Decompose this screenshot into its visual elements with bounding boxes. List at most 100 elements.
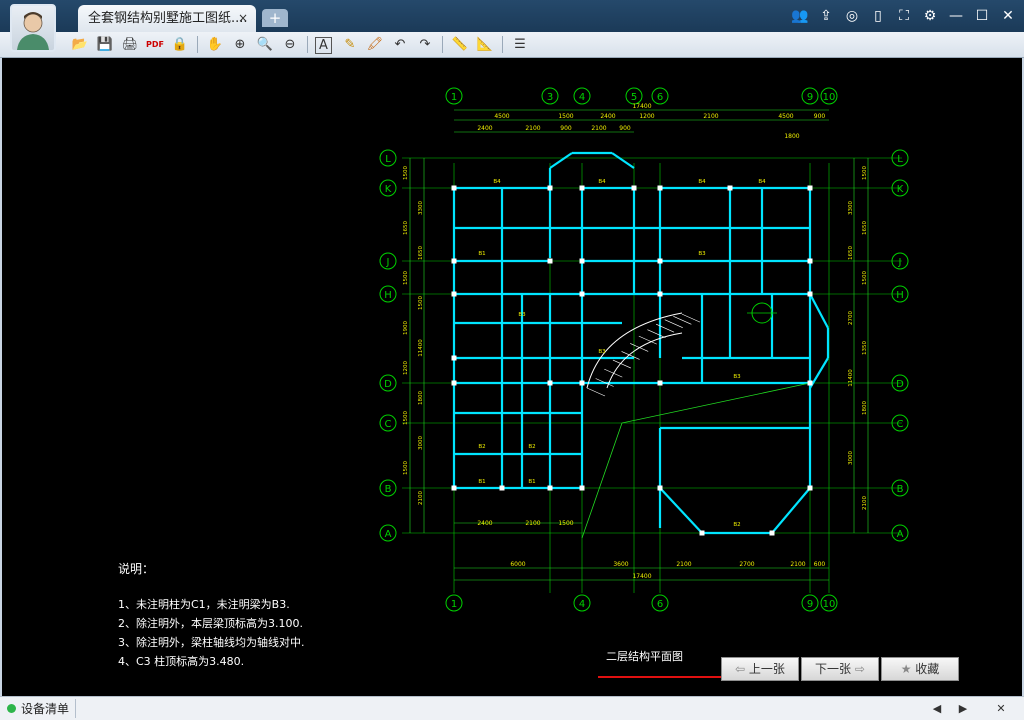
column <box>807 185 813 191</box>
favorite-label: 收藏 <box>915 662 940 676</box>
layers-icon[interactable]: ☰ <box>510 35 530 54</box>
prev-label: 上一张 <box>748 662 785 676</box>
save-icon[interactable]: 💾 <box>95 35 115 54</box>
dimension-text: 2100 <box>525 125 540 132</box>
dimension-text: 1500 <box>403 271 409 285</box>
toolbar-separator <box>307 36 308 53</box>
note-line: 2、除注明外，本层梁顶标高为3.100. <box>118 617 303 630</box>
undo-icon[interactable]: ↶ <box>390 35 410 54</box>
beam-label: B1 <box>528 479 535 485</box>
highlighter-icon[interactable]: 🖍 <box>365 35 385 54</box>
dimension-text: 3000 <box>418 436 424 450</box>
open-icon[interactable]: 📂 <box>70 35 90 54</box>
axis-label: 10 <box>823 599 836 610</box>
column <box>499 485 505 491</box>
pdf-icon[interactable]: PDF <box>145 35 165 54</box>
dimension-text: 900 <box>814 113 826 120</box>
column <box>579 380 585 386</box>
beam-label: B1 <box>478 251 485 257</box>
measure-icon[interactable]: 📏 <box>450 35 470 54</box>
axis-label: 1 <box>451 92 457 103</box>
column <box>657 185 663 191</box>
close-button[interactable]: ✕ <box>998 6 1018 26</box>
document-tab[interactable]: 全套钢结构别墅施工图纸.... × <box>78 5 256 32</box>
beam-label: B2 <box>528 444 535 450</box>
dimension-text: 1500 <box>403 166 409 180</box>
stair-tread <box>673 316 692 325</box>
avatar[interactable] <box>10 4 56 52</box>
dimension-text: 2100 <box>418 491 424 505</box>
maximize-button[interactable]: ☐ <box>972 6 992 26</box>
dimension-text: 1650 <box>418 246 424 260</box>
note-line: 3、除注明外，梁柱轴线均为轴线对中. <box>118 636 305 649</box>
annotation-line <box>621 382 811 424</box>
redo-icon[interactable]: ↷ <box>415 35 435 54</box>
lock-icon[interactable]: 🔒 <box>170 35 190 54</box>
pan-icon[interactable]: ✋ <box>205 35 225 54</box>
pen-icon[interactable]: ✎ <box>340 35 360 54</box>
column <box>807 485 813 491</box>
dimension-text: 1900 <box>403 321 409 335</box>
column <box>631 185 637 191</box>
chat-icon[interactable]: ◎ <box>842 6 862 26</box>
column <box>547 185 553 191</box>
column <box>451 485 457 491</box>
fullscreen-icon[interactable]: ⛶ <box>894 6 914 26</box>
dimension-text: 3000 <box>848 451 854 465</box>
dimension-text: 2100 <box>591 125 606 132</box>
users-icon[interactable]: 👥 <box>790 6 810 26</box>
zoom-out-icon[interactable]: ⊖ <box>280 35 300 54</box>
column <box>579 291 585 297</box>
favorite-button[interactable]: ★ 收藏 <box>881 657 959 681</box>
arrow-left-icon: ⇦ <box>735 662 749 676</box>
zoom-in-icon[interactable]: ⊕ <box>230 35 250 54</box>
dimension-text: 1200 <box>403 361 409 375</box>
title-underline <box>598 676 722 678</box>
device-list-button[interactable]: 设备清单 <box>21 700 69 717</box>
column <box>547 258 553 264</box>
beam-label: B3 <box>733 374 741 380</box>
next-page-button[interactable]: 下一张 ⇨ <box>801 657 879 681</box>
print-icon[interactable]: 🖨 <box>120 35 140 54</box>
settings-icon[interactable]: ⚙ <box>920 6 940 26</box>
share-icon[interactable]: ⇪ <box>816 6 836 26</box>
beam-label: B2 <box>478 444 485 450</box>
prev-arrow-icon[interactable]: ◀ <box>926 699 948 718</box>
dimension-text: 2400 <box>477 125 492 132</box>
column <box>657 258 663 264</box>
column <box>807 291 813 297</box>
column <box>547 380 553 386</box>
mobile-icon[interactable]: ▯ <box>868 6 888 26</box>
dimension-text: 4500 <box>778 113 793 120</box>
toolbar-separator <box>197 36 198 53</box>
prev-page-button[interactable]: ⇦ 上一张 <box>721 657 799 681</box>
close-panel-icon[interactable]: ✕ <box>990 699 1012 718</box>
note-line: 1、未注明柱为C1，未注明梁为B3. <box>118 598 290 611</box>
beam-label: B1 <box>478 479 485 485</box>
dimension-text: 2100 <box>790 561 805 568</box>
minimize-button[interactable]: — <box>946 6 966 26</box>
axis-label: A <box>897 529 904 540</box>
stair-outline <box>606 332 683 389</box>
stair-tread <box>655 323 675 333</box>
new-tab-button[interactable]: + <box>262 9 288 27</box>
text-icon[interactable]: A <box>315 37 332 54</box>
beam <box>659 487 703 534</box>
axis-label: L <box>385 154 391 165</box>
axis-label: H <box>384 290 392 301</box>
title-bar: 全套钢结构别墅施工图纸.... × + 👥 ⇪ ◎ ▯ ⛶ ⚙ — ☐ ✕ <box>0 0 1024 32</box>
dimension-text: 2100 <box>676 561 691 568</box>
drawing-title: 二层结构平面图 <box>606 650 683 663</box>
zoom-icon[interactable]: 🔍 <box>255 35 275 54</box>
measure-area-icon[interactable]: 📐 <box>475 35 495 54</box>
beam-label: B3 <box>518 312 526 318</box>
tab-close-icon[interactable]: × <box>238 5 248 32</box>
axis-label: B <box>897 484 904 495</box>
dimension-text: 1500 <box>418 296 424 310</box>
axis-label: D <box>384 379 392 390</box>
next-arrow-icon[interactable]: ▶ <box>952 699 974 718</box>
drawing-notes: 说明： 1、未注明柱为C1，未注明梁为B3. 2、除注明外，本层梁顶标高为3.1… <box>118 560 305 671</box>
axis-label: D <box>896 379 904 390</box>
dimension-text: 6000 <box>510 561 525 568</box>
dimension-text: 1800 <box>862 401 868 415</box>
